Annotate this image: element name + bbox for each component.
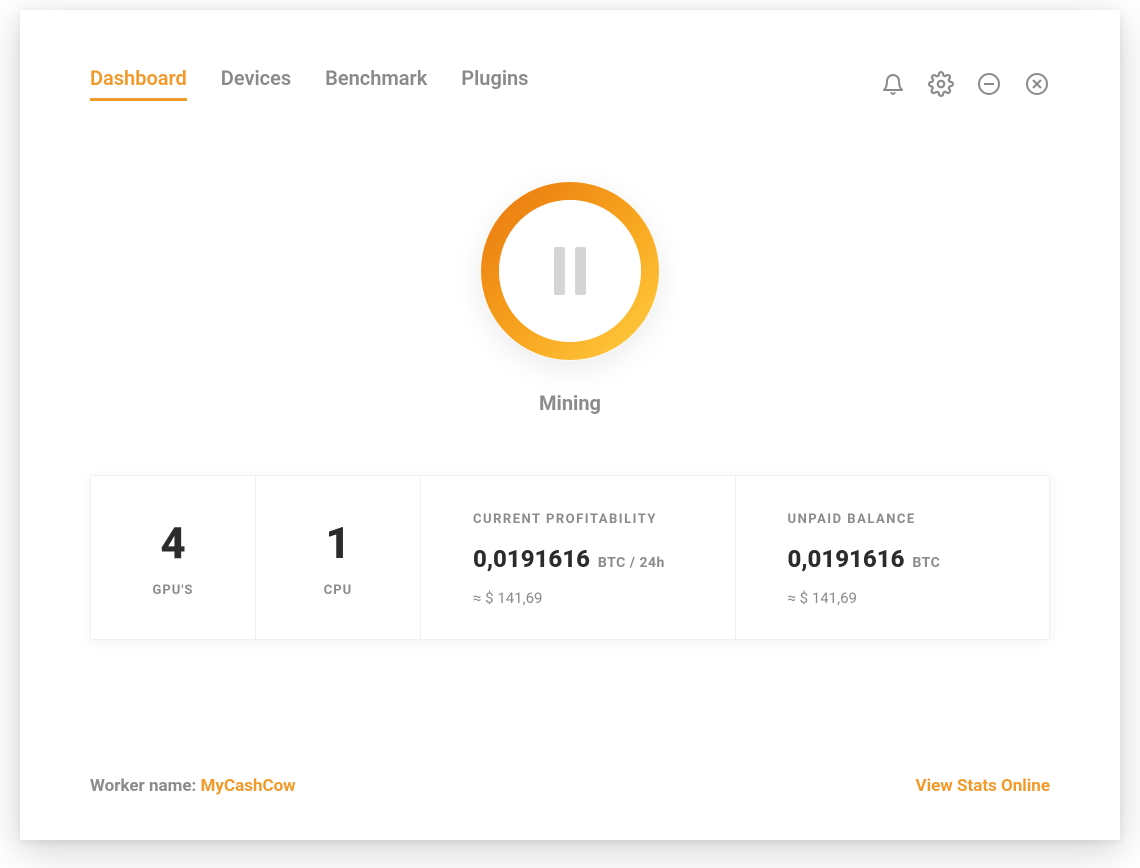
- mining-status-label: Mining: [539, 391, 601, 415]
- settings-icon[interactable]: [928, 71, 954, 97]
- tab-dashboard[interactable]: Dashboard: [90, 66, 187, 101]
- balance-value: 0,0191616: [788, 545, 905, 573]
- stat-gpu: 4 GPU'S: [91, 476, 256, 639]
- gpu-count: 4: [160, 521, 185, 565]
- stats-row: 4 GPU'S 1 CPU CURRENT PROFITABILITY 0,01…: [90, 475, 1050, 640]
- worker-name: Worker name: MyCashCow: [90, 776, 296, 796]
- minimize-icon[interactable]: [976, 71, 1002, 97]
- profitability-value: 0,0191616: [473, 545, 590, 573]
- tab-benchmark[interactable]: Benchmark: [325, 66, 427, 101]
- header-icons: [880, 71, 1050, 97]
- balance-unit: BTC: [912, 555, 940, 571]
- balance-label: UNPAID BALANCE: [788, 512, 1020, 527]
- profitability-label: CURRENT PROFITABILITY: [473, 512, 705, 527]
- stat-cpu: 1 CPU: [256, 476, 421, 639]
- balance-value-row: 0,0191616 BTC: [788, 545, 1020, 573]
- footer: Worker name: MyCashCow View Stats Online: [90, 776, 1050, 796]
- gpu-label: GPU'S: [153, 583, 194, 598]
- view-stats-link[interactable]: View Stats Online: [916, 776, 1050, 796]
- app-window: Dashboard Devices Benchmark Plugins: [20, 10, 1120, 840]
- close-icon[interactable]: [1024, 71, 1050, 97]
- mining-toggle-button[interactable]: [480, 181, 660, 361]
- mining-section: Mining: [90, 181, 1050, 415]
- header: Dashboard Devices Benchmark Plugins: [90, 66, 1050, 101]
- tabs: Dashboard Devices Benchmark Plugins: [90, 66, 528, 101]
- tab-devices[interactable]: Devices: [221, 66, 291, 101]
- cpu-count: 1: [325, 521, 350, 565]
- worker-name-value: MyCashCow: [201, 776, 296, 796]
- cpu-label: CPU: [324, 583, 352, 598]
- profitability-approx: ≈ $ 141,69: [473, 589, 705, 607]
- worker-name-label: Worker name:: [90, 776, 201, 796]
- profitability-unit: BTC / 24h: [598, 555, 665, 571]
- balance-approx: ≈ $ 141,69: [788, 589, 1020, 607]
- mining-button-glow: [480, 181, 660, 361]
- tab-plugins[interactable]: Plugins: [461, 66, 528, 101]
- stat-balance: UNPAID BALANCE 0,0191616 BTC ≈ $ 141,69: [736, 476, 1050, 639]
- notifications-icon[interactable]: [880, 71, 906, 97]
- stat-profitability: CURRENT PROFITABILITY 0,0191616 BTC / 24…: [421, 476, 736, 639]
- profitability-value-row: 0,0191616 BTC / 24h: [473, 545, 705, 573]
